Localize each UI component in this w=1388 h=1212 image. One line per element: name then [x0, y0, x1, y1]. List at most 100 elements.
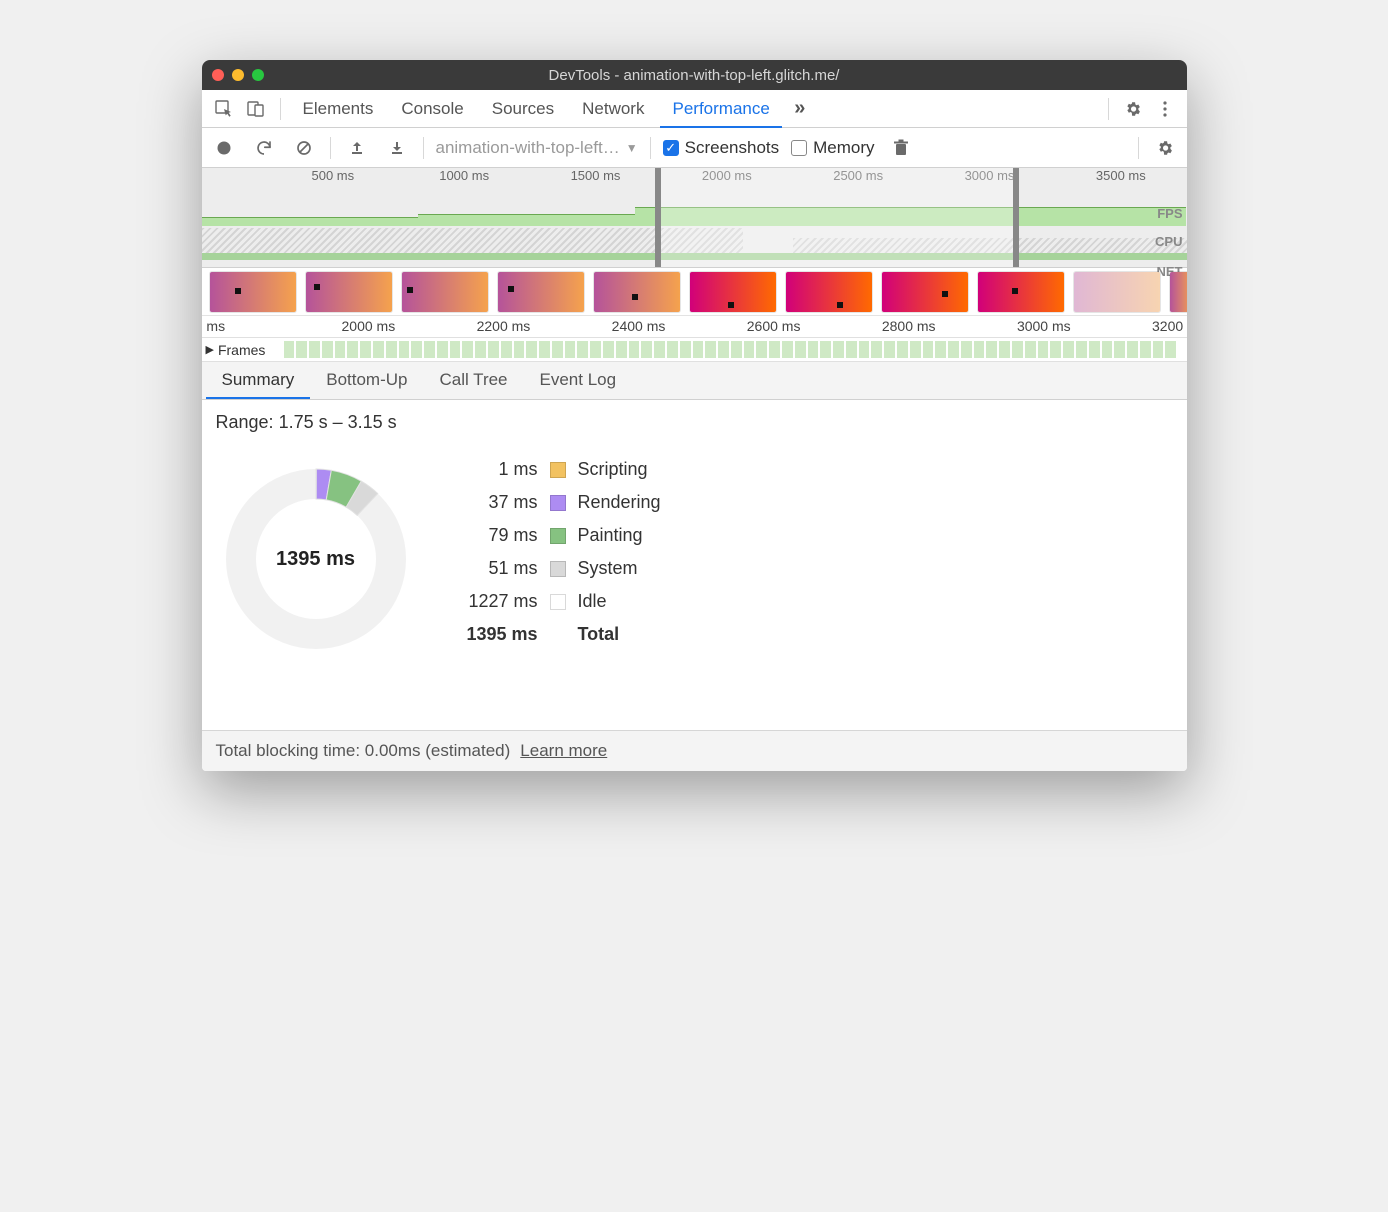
divider: [330, 137, 331, 159]
tab-elements[interactable]: Elements: [291, 90, 386, 128]
filmstrip[interactable]: [202, 268, 1187, 316]
learn-more-link[interactable]: Learn more: [520, 741, 607, 761]
main-tabbar: ElementsConsoleSourcesNetworkPerformance…: [202, 90, 1187, 128]
legend-label: Painting: [578, 525, 643, 546]
tab-sources[interactable]: Sources: [480, 90, 566, 128]
performance-toolbar: animation-with-top-left… ▼ Screenshots M…: [202, 128, 1187, 168]
screenshot-thumb[interactable]: [978, 272, 1064, 312]
kebab-menu-icon[interactable]: [1151, 95, 1179, 123]
screenshot-thumb[interactable]: [594, 272, 680, 312]
gc-button[interactable]: [887, 134, 915, 162]
ruler-tick: ms: [206, 318, 225, 334]
legend-label: Scripting: [578, 459, 648, 480]
titlebar: DevTools - animation-with-top-left.glitc…: [202, 60, 1187, 90]
divider: [280, 98, 281, 120]
chevron-down-icon: ▼: [626, 141, 638, 155]
screenshot-thumb[interactable]: [1074, 272, 1160, 312]
memory-checkbox[interactable]: Memory: [791, 138, 874, 158]
legend-ms: 79 ms: [456, 525, 538, 546]
overview-tick: 3500 ms: [1096, 168, 1146, 183]
checkbox-box-icon: [791, 140, 807, 156]
screenshot-thumb[interactable]: [1170, 272, 1187, 312]
recording-select[interactable]: animation-with-top-left… ▼: [436, 138, 638, 158]
ruler-tick: 2400 ms: [612, 318, 666, 334]
legend-ms: 1395 ms: [456, 624, 538, 645]
legend-ms: 1227 ms: [456, 591, 538, 612]
window-title: DevTools - animation-with-top-left.glitc…: [212, 67, 1177, 84]
legend-swatch: [550, 462, 566, 478]
summary-legend: 1 ms Scripting 37 msRendering 79 ms Painting…: [456, 459, 661, 645]
ruler-tick: 3200: [1152, 318, 1183, 334]
device-toolbar-icon[interactable]: [242, 95, 270, 123]
legend-swatch: [550, 528, 566, 544]
overview-tick: 1000 ms: [439, 168, 489, 183]
devtools-window: DevTools - animation-with-top-left.glitc…: [202, 60, 1187, 771]
overview-tick: 500 ms: [312, 168, 355, 183]
overview-selection[interactable]: [655, 168, 1019, 267]
details-tab-event-log[interactable]: Event Log: [524, 361, 633, 399]
donut-center-total: 1395 ms: [216, 459, 416, 659]
tab-console[interactable]: Console: [389, 90, 475, 128]
ruler-tick: 2600 ms: [747, 318, 801, 334]
divider: [1108, 98, 1109, 120]
window-controls: [212, 69, 264, 81]
screenshot-thumb[interactable]: [402, 272, 488, 312]
upload-profile-button[interactable]: [343, 134, 371, 162]
legend-label: Idle: [578, 591, 607, 612]
details-tab-call-tree[interactable]: Call Tree: [423, 361, 523, 399]
ruler-tick: 2000 ms: [342, 318, 396, 334]
tab-network[interactable]: Network: [570, 90, 656, 128]
legend-row-total: 1395 msTotal: [456, 624, 661, 645]
summary-panel: Range: 1.75 s – 3.15 s 1395 ms 1 ms Scrip…: [202, 400, 1187, 730]
overview-timeline[interactable]: 500 ms1000 ms1500 ms2000 ms2500 ms3000 m…: [202, 168, 1187, 268]
inspect-element-icon[interactable]: [210, 95, 238, 123]
tbt-text: Total blocking time: 0.00ms (estimated): [216, 741, 511, 761]
legend-row-idle: 1227 ms Idle: [456, 591, 661, 612]
legend-ms: 1 ms: [456, 459, 538, 480]
divider: [650, 137, 651, 159]
overview-tick: 1500 ms: [571, 168, 621, 183]
screenshot-thumb[interactable]: [306, 272, 392, 312]
frames-track[interactable]: ▶ Frames: [202, 338, 1187, 362]
download-profile-button[interactable]: [383, 134, 411, 162]
cpu-row-label: CPU: [1155, 234, 1182, 249]
screenshot-thumb[interactable]: [210, 272, 296, 312]
screenshots-checkbox[interactable]: Screenshots: [663, 138, 780, 158]
range-prefix: Range:: [216, 412, 274, 432]
ruler-tick: 2200 ms: [477, 318, 531, 334]
screenshot-thumb[interactable]: [498, 272, 584, 312]
legend-row-system: 51 msSystem: [456, 558, 661, 579]
zoom-window-button[interactable]: [252, 69, 264, 81]
screenshot-thumb[interactable]: [882, 272, 968, 312]
range-text: Range: 1.75 s – 3.15 s: [216, 412, 1173, 433]
capture-settings-icon[interactable]: [1151, 134, 1179, 162]
details-tabs: SummaryBottom-UpCall TreeEvent Log: [202, 362, 1187, 400]
settings-icon[interactable]: [1119, 95, 1147, 123]
frames-label: Frames: [218, 342, 265, 358]
tab-performance[interactable]: Performance: [660, 90, 781, 128]
screenshot-thumb[interactable]: [786, 272, 872, 312]
clear-button[interactable]: [290, 134, 318, 162]
legend-label: Rendering: [578, 492, 661, 513]
minimize-window-button[interactable]: [232, 69, 244, 81]
timeline-ruler[interactable]: ms2000 ms2200 ms2400 ms2600 ms2800 ms300…: [202, 316, 1187, 338]
expand-icon[interactable]: ▶: [206, 343, 214, 356]
memory-label: Memory: [813, 138, 874, 158]
legend-swatch: [550, 561, 566, 577]
details-tab-bottom-up[interactable]: Bottom-Up: [310, 361, 423, 399]
legend-row-rendering: 37 msRendering: [456, 492, 661, 513]
reload-record-button[interactable]: [250, 134, 278, 162]
recording-select-label: animation-with-top-left…: [436, 138, 620, 158]
more-tabs-button[interactable]: »: [786, 95, 814, 123]
ruler-tick: 3000 ms: [1017, 318, 1071, 334]
record-button[interactable]: [210, 134, 238, 162]
details-tab-summary[interactable]: Summary: [206, 361, 311, 399]
close-window-button[interactable]: [212, 69, 224, 81]
divider: [423, 137, 424, 159]
legend-swatch: [550, 495, 566, 511]
footer-bar: Total blocking time: 0.00ms (estimated) …: [202, 730, 1187, 771]
fps-row-label: FPS: [1157, 206, 1182, 221]
legend-row-scripting: 1 ms Scripting: [456, 459, 661, 480]
screenshots-label: Screenshots: [685, 138, 780, 158]
screenshot-thumb[interactable]: [690, 272, 776, 312]
